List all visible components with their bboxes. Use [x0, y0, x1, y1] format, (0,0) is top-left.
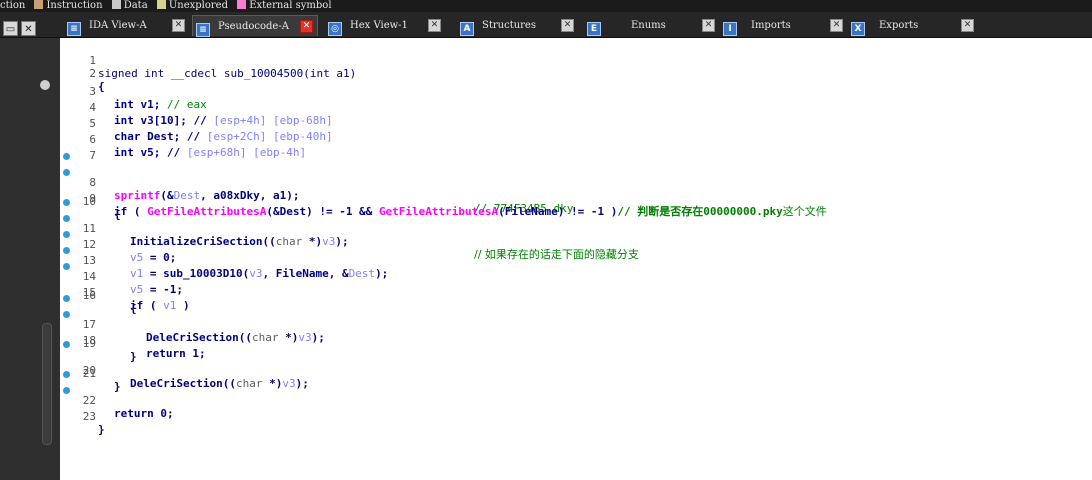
panel-handle-icon[interactable]: [40, 80, 50, 90]
code-line-15[interactable]: 15 if ( v1 ): [60, 260, 1060, 312]
restore-window-button[interactable]: ▭: [3, 21, 18, 36]
code-line-19[interactable]: 19 }: [60, 324, 1060, 363]
code-line-23[interactable]: 23 }: [60, 384, 1060, 436]
code-line-10[interactable]: 10 {: [60, 182, 1060, 221]
code-line-7[interactable]: 7: [60, 136, 1060, 162]
close-tab-icon[interactable]: ✕: [172, 19, 185, 32]
code-line-22[interactable]: 22 return 0;: [60, 368, 1060, 420]
breakpoint-dot-icon[interactable]: [63, 295, 70, 302]
imports-icon: I: [723, 22, 737, 36]
code-line-13[interactable]: 13 v1 = sub_10003D10(v3, FileName, &Dest…: [60, 228, 1060, 280]
code-line-5[interactable]: 5 char Dest; // [esp+2Ch] [ebp-40h]: [60, 104, 1060, 143]
code-line-18[interactable]: 18 return 1;: [60, 308, 1060, 360]
code-line-12[interactable]: 12 v5 = 0;: [60, 212, 1060, 264]
tab-bar: ▭ ✕ ≡ IDA View-A ✕ ≡ Pseudocode-A ✕ ◎ Hex Vi…: [0, 12, 1092, 38]
code-line-14[interactable]: 14 v5 = -1;: [60, 244, 1060, 296]
enum-icon: E: [587, 22, 601, 36]
tab-pseudocode-a[interactable]: ≡ Pseudocode-A ✕: [192, 15, 318, 37]
close-tab-icon[interactable]: ✕: [300, 20, 313, 33]
code-line-2[interactable]: 2 {: [60, 54, 1060, 93]
tab-hex-view-1[interactable]: ◎ Hex View-1 ✕: [325, 15, 447, 36]
hex-icon: ◎: [328, 22, 342, 36]
code-line-3[interactable]: 3 int v1; // eax: [60, 72, 1060, 111]
tab-label: Enums: [631, 20, 666, 31]
legend-item-data: Data: [111, 0, 148, 12]
close-tab-icon[interactable]: ✕: [428, 19, 441, 32]
code-line-6[interactable]: 6 int v5; // [esp+68h] [ebp-4h]: [60, 120, 1060, 159]
close-tab-icon[interactable]: ✕: [961, 19, 974, 32]
code-line-8[interactable]: 8 sprintf(&Dest, a08xDky, a1); // 774F34…: [60, 150, 1060, 215]
code-line-1[interactable]: 1 signed int __cdecl sub_10004500(int a1…: [60, 41, 1060, 80]
pseudocode-icon: ≡: [196, 23, 210, 37]
breakpoint-dot-icon[interactable]: [63, 263, 70, 270]
code-line-16[interactable]: 16 {: [60, 276, 1060, 315]
breakpoint-dot-icon[interactable]: [63, 387, 70, 394]
breakpoint-dot-icon[interactable]: [63, 199, 70, 206]
breakpoint-dot-icon[interactable]: [63, 247, 70, 254]
tab-label: IDA View-A: [89, 20, 147, 31]
breakpoint-dot-icon[interactable]: [63, 169, 70, 176]
breakpoint-dot-icon[interactable]: [63, 371, 70, 378]
breakpoint-dot-icon[interactable]: [63, 215, 70, 222]
breakpoint-dot-icon[interactable]: [63, 311, 70, 318]
tab-exports[interactable]: X Exports ✕: [848, 15, 978, 36]
tab-label: Structures: [482, 20, 536, 31]
code-line-20[interactable]: 20 DeleCriSection((char *)v3);: [60, 338, 1060, 390]
close-tab-icon[interactable]: ✕: [702, 19, 715, 32]
line-number: 23: [82, 410, 96, 423]
external-swatch: [237, 0, 247, 9]
close-tab-icon[interactable]: ✕: [561, 19, 574, 32]
breakpoint-dot-icon[interactable]: [63, 341, 70, 348]
tab-ida-view-a[interactable]: ≡ IDA View-A ✕: [64, 15, 192, 36]
close-tab-icon[interactable]: ✕: [830, 19, 843, 32]
tab-structures[interactable]: A Structures ✕: [457, 15, 578, 36]
code-line-9[interactable]: 9 if ( GetFileAttributesA(&Dest) != -1 &…: [60, 166, 1060, 218]
unexplored-swatch: [156, 0, 166, 9]
exports-icon: X: [851, 22, 865, 36]
navigation-legend: ction Instruction Data Unexplored Extern…: [0, 0, 1092, 12]
legend-item-instruction: Instruction: [34, 0, 103, 12]
breakpoint-dot-icon[interactable]: [63, 231, 70, 238]
tab-label: Exports: [879, 20, 919, 31]
window-buttons: ▭ ✕: [0, 17, 36, 36]
instruction-swatch: [34, 0, 44, 9]
tab-label: Imports: [751, 20, 791, 31]
data-swatch: [111, 0, 121, 9]
code-text: }: [98, 423, 105, 436]
code-line-11[interactable]: 11 InitializeCriSection((char *)v3); // …: [60, 196, 1060, 261]
breakpoint-dot-icon[interactable]: [63, 153, 70, 160]
code-line-21[interactable]: 21 }: [60, 354, 1060, 393]
code-line-17[interactable]: 17 DeleCriSection((char *)v3);: [60, 292, 1060, 344]
legend-item-function: ction: [0, 0, 26, 11]
vertical-scrollbar[interactable]: [42, 323, 52, 445]
left-gutter-panel: [0, 38, 60, 480]
struct-icon: A: [460, 22, 474, 36]
tab-label: Hex View-1: [350, 20, 408, 31]
legend-item-external: External symbol: [237, 0, 332, 12]
tab-enums[interactable]: E Enums ✕: [584, 15, 720, 36]
listing-icon: ≡: [67, 22, 81, 36]
code-line-4[interactable]: 4 int v3[10]; // [esp+4h] [ebp-68h]: [60, 88, 1060, 127]
code-text: return 0;: [114, 407, 174, 420]
close-window-button[interactable]: ✕: [21, 21, 36, 36]
tab-imports[interactable]: I Imports ✕: [720, 15, 848, 36]
tab-label: Pseudocode-A: [218, 21, 289, 32]
pseudocode-view[interactable]: 1 signed int __cdecl sub_10004500(int a1…: [60, 38, 1092, 480]
legend-item-unexplored: Unexplored: [156, 0, 228, 12]
